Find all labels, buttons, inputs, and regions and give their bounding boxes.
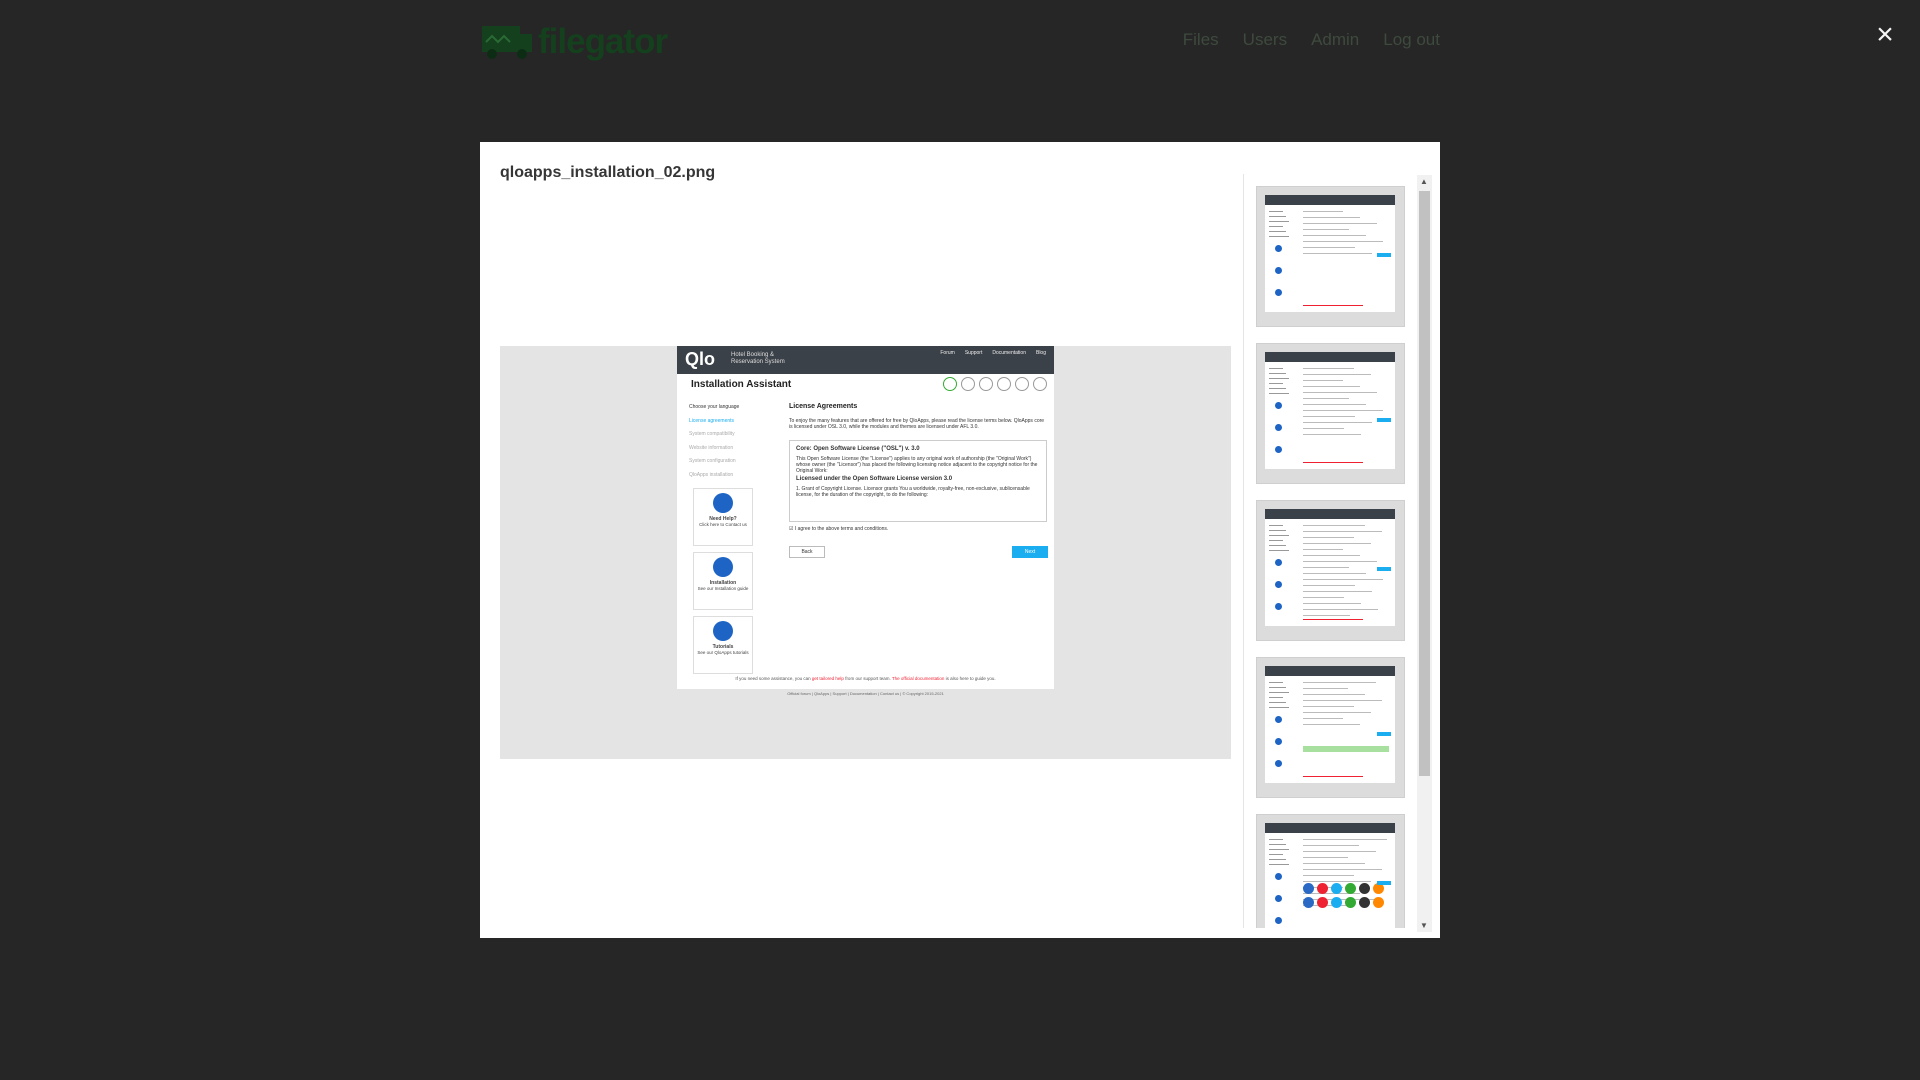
headset-icon bbox=[713, 493, 733, 513]
footer-help-link: get tailored help bbox=[811, 676, 844, 681]
thumbnail-item[interactable] bbox=[1256, 343, 1405, 484]
footer-help-b: from our support team. bbox=[845, 676, 891, 681]
preview-screenshot: Qlo Hotel Booking & Reservation System F… bbox=[677, 346, 1054, 689]
step-item: QloApps installation bbox=[689, 471, 734, 478]
installation-title: Installation Assistant bbox=[691, 379, 792, 390]
logo-text: filegator bbox=[538, 22, 668, 61]
license-textbox: Core: Open Software License ("OSL") v. 3… bbox=[789, 440, 1047, 522]
monitor-icon bbox=[713, 621, 733, 641]
thumbnail-image bbox=[1265, 352, 1395, 469]
next-button: Next bbox=[1012, 546, 1048, 558]
thumbnail-image bbox=[1265, 195, 1395, 312]
app-header: filegator Files Users Admin Log out bbox=[0, 0, 1920, 90]
nav-admin[interactable]: Admin bbox=[1311, 30, 1359, 50]
step-item: Choose your language bbox=[689, 404, 740, 410]
back-button: Back bbox=[789, 546, 825, 558]
document-icon bbox=[713, 557, 733, 577]
license-grant: 1. Grant of Copyright License. Licensor … bbox=[796, 486, 1030, 498]
step-item: License agreements bbox=[689, 417, 735, 424]
step-indicator bbox=[943, 377, 1047, 391]
footer-doc-link: The official documentation bbox=[891, 676, 945, 681]
license-title: Core: Open Software License ("OSL") v. 3… bbox=[796, 446, 920, 452]
top-nav: Files Users Admin Log out bbox=[1183, 30, 1440, 50]
qlo-nav-blog: Blog bbox=[1035, 350, 1046, 356]
image-preview-modal: qloapps_installation_02.png Qlo Hotel Bo… bbox=[480, 142, 1440, 938]
qlo-nav-support: Support bbox=[964, 350, 983, 356]
filegator-logo[interactable]: filegator bbox=[480, 22, 675, 62]
step-circle bbox=[1015, 377, 1029, 391]
qlo-logo: Qlo bbox=[685, 349, 715, 369]
truck-icon bbox=[482, 26, 532, 59]
installation-card-text: See our Installation guide bbox=[697, 586, 749, 591]
agree-checkbox: ☑ I agree to the above terms and conditi… bbox=[789, 526, 889, 532]
scroll-up-arrow-icon[interactable]: ▲ bbox=[1420, 177, 1428, 186]
thumbnail-image bbox=[1265, 823, 1395, 928]
installation-card: Installation See our Installation guide bbox=[693, 552, 753, 610]
tutorials-card-text: See our QloApps tutorials bbox=[697, 650, 749, 655]
qlo-nav-documentation: Documentation bbox=[992, 350, 1026, 356]
thumbnail-scrollbar[interactable]: ▲ ▼ bbox=[1417, 175, 1432, 932]
footer-help-a: If you need some assistance, you can bbox=[735, 676, 811, 681]
qlo-footer-help: If you need some assistance, you can get… bbox=[677, 676, 1054, 681]
step-circle-done bbox=[943, 377, 957, 391]
scroll-thumb[interactable] bbox=[1419, 191, 1430, 776]
close-button[interactable]: × bbox=[1872, 20, 1898, 50]
scroll-down-arrow-icon[interactable]: ▼ bbox=[1420, 921, 1428, 930]
nav-files[interactable]: Files bbox=[1183, 30, 1219, 50]
license-subtitle: Licensed under the Open Software License… bbox=[796, 476, 953, 482]
step-item: System configuration bbox=[689, 458, 736, 464]
file-name-title: qloapps_installation_02.png bbox=[500, 164, 716, 181]
step-menu: Choose your language License agreements … bbox=[689, 401, 739, 482]
nav-logout[interactable]: Log out bbox=[1383, 30, 1440, 50]
qlo-footer-links: Official forum | QloApps | Support | Doc… bbox=[787, 691, 944, 696]
thumbnail-image bbox=[1265, 666, 1395, 783]
qlo-header: Qlo Hotel Booking & Reservation System F… bbox=[677, 346, 1054, 374]
thumbnail-item[interactable] bbox=[1256, 500, 1405, 641]
qlo-tagline: Hotel Booking & Reservation System bbox=[731, 352, 785, 365]
qlo-nav-forum: Forum bbox=[940, 350, 955, 356]
thumbnail-item[interactable] bbox=[1256, 657, 1405, 798]
step-item: Website information bbox=[689, 444, 734, 451]
help-card-text: Click here to Contact us bbox=[699, 522, 747, 527]
tutorials-card: Tutorials See our QloApps tutorials bbox=[693, 616, 753, 674]
step-circle bbox=[1033, 377, 1047, 391]
step-circle bbox=[979, 377, 993, 391]
thumbnail-strip bbox=[1243, 174, 1413, 928]
agree-label: I agree to the above terms and condition… bbox=[794, 526, 889, 532]
license-text: This Open Software License (the "License… bbox=[796, 456, 1038, 474]
license-intro: To enjoy the many features that are offe… bbox=[789, 418, 1045, 430]
footer-help-c: is also here to guide you. bbox=[945, 676, 996, 681]
thumbnail-image bbox=[1265, 509, 1395, 626]
image-preview: Qlo Hotel Booking & Reservation System F… bbox=[500, 346, 1231, 759]
nav-users[interactable]: Users bbox=[1243, 30, 1287, 50]
step-circle bbox=[997, 377, 1011, 391]
step-circle bbox=[961, 377, 975, 391]
help-card: Need Help? Click here to Contact us bbox=[693, 488, 753, 546]
thumbnail-item[interactable] bbox=[1256, 186, 1405, 327]
license-heading: License Agreements bbox=[789, 403, 858, 410]
qlo-nav: Forum Support Documentation Blog bbox=[940, 350, 1046, 356]
thumbnail-item[interactable] bbox=[1256, 814, 1405, 928]
step-item: System compatibility bbox=[689, 431, 735, 437]
